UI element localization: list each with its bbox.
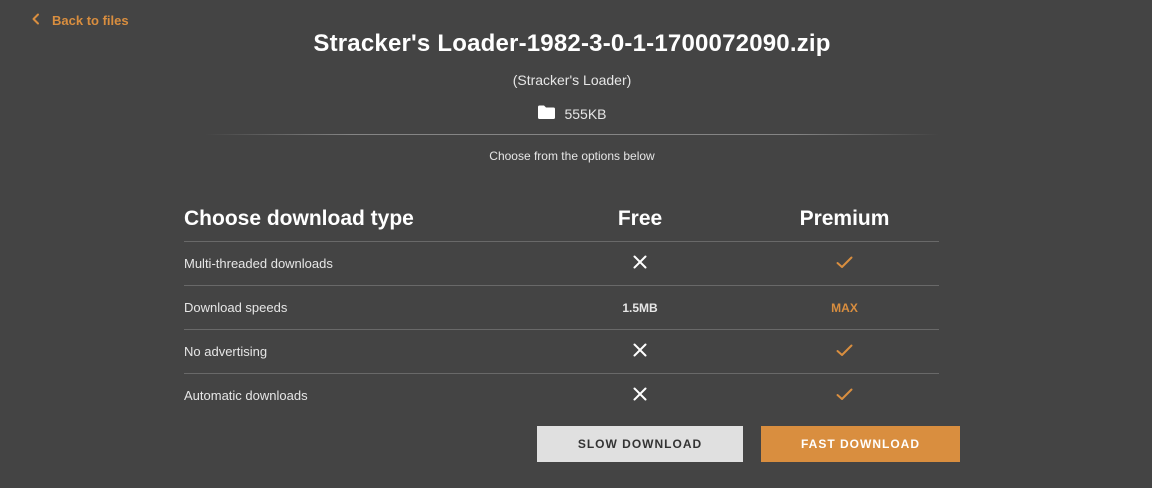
- table-header-free: Free: [617, 207, 663, 230]
- close-icon: [633, 343, 647, 360]
- premium-cell: [750, 256, 939, 272]
- check-icon: [836, 256, 853, 272]
- feature-label: No advertising: [184, 344, 268, 359]
- back-to-files-link[interactable]: Back to files: [30, 13, 129, 28]
- folder-icon: [537, 104, 556, 123]
- feature-label: Multi-threaded downloads: [184, 256, 333, 271]
- free-cell: [530, 387, 750, 404]
- table-header-premium: Premium: [799, 207, 890, 230]
- fast-download-button[interactable]: FAST DOWNLOAD: [761, 426, 960, 462]
- table-row: Multi-threaded downloads: [184, 242, 939, 286]
- premium-speed-value: MAX: [831, 300, 858, 315]
- feature-label: Automatic downloads: [184, 388, 308, 403]
- premium-cell: [750, 344, 939, 360]
- download-page: Back to files Stracker's Loader-1982-3-0…: [0, 0, 1152, 488]
- options-instruction: Choose from the options below: [489, 149, 655, 163]
- chevron-left-icon: [30, 13, 42, 28]
- free-cell: [530, 255, 750, 272]
- premium-cell: [750, 388, 939, 404]
- mod-name: (Stracker's Loader): [512, 72, 632, 88]
- check-icon: [836, 388, 853, 404]
- file-size: 555KB: [0, 104, 1144, 123]
- check-icon: [836, 344, 853, 360]
- file-title: Stracker's Loader-1982-3-0-1-1700072090.…: [313, 30, 831, 57]
- feature-label: Download speeds: [184, 300, 288, 315]
- free-cell: [530, 343, 750, 360]
- close-icon: [633, 255, 647, 272]
- divider: [205, 134, 940, 135]
- slow-download-button[interactable]: SLOW DOWNLOAD: [537, 426, 743, 462]
- table-header-label: Choose download type: [184, 207, 414, 230]
- download-type-table: Choose download type Free Premium Multi-…: [184, 197, 939, 417]
- close-icon: [633, 387, 647, 404]
- table-row: No advertising: [184, 330, 939, 374]
- table-header: Choose download type Free Premium: [184, 197, 939, 242]
- back-to-files-label: Back to files: [52, 13, 129, 28]
- free-speed-value: 1.5MB: [622, 300, 658, 315]
- file-size-value: 555KB: [564, 105, 607, 122]
- table-row: Download speeds 1.5MB MAX: [184, 286, 939, 330]
- table-row: Automatic downloads: [184, 374, 939, 417]
